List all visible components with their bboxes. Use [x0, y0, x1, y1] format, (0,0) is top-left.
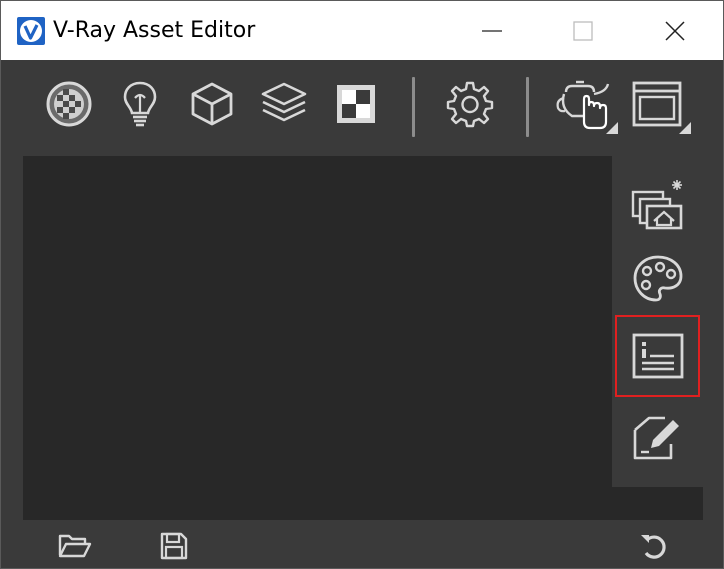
layers-icon: [261, 82, 307, 122]
minimize-icon: [482, 29, 502, 32]
materials-sphere-icon: [46, 81, 92, 127]
folder-open-icon: [58, 534, 92, 558]
materials-button[interactable]: [41, 74, 97, 134]
render-elements-button[interactable]: [256, 74, 312, 134]
side-tool-panel: [612, 156, 703, 487]
main-toolbar: [1, 60, 723, 155]
title-bar[interactable]: V-Ray Asset Editor: [1, 1, 723, 60]
floppy-save-icon: [160, 532, 188, 560]
settings-button[interactable]: [442, 74, 498, 134]
dropdown-arrow-icon[interactable]: [606, 122, 618, 134]
toolbar-separator: [412, 77, 415, 137]
geometry-button[interactable]: [184, 74, 240, 134]
dropdown-arrow-icon[interactable]: [679, 122, 691, 134]
reset-button[interactable]: [633, 528, 673, 564]
lightbulb-icon: [123, 81, 157, 127]
palette-button[interactable]: [615, 238, 700, 320]
interactive-render-button[interactable]: [556, 74, 618, 134]
texture-icon: [337, 85, 375, 123]
asset-editor-window: V-Ray Asset Editor: [0, 0, 724, 569]
toolbar-separator: [526, 77, 529, 137]
render-view-button[interactable]: [615, 164, 700, 246]
window-title: V-Ray Asset Editor: [53, 18, 256, 43]
palette-icon: [633, 255, 682, 302]
frame-buffer-icon: [632, 81, 682, 127]
textures-button[interactable]: [328, 74, 384, 134]
info-panel-icon: [632, 333, 683, 379]
bottom-toolbar: [1, 520, 723, 568]
asset-list-panel[interactable]: [23, 156, 703, 520]
save-button[interactable]: [154, 528, 194, 564]
maximize-button[interactable]: [560, 1, 606, 60]
vray-logo-icon: [17, 17, 45, 45]
close-icon: [665, 20, 685, 41]
edit-button[interactable]: [615, 396, 700, 478]
maximize-icon: [573, 20, 593, 41]
render-scene-icon: [631, 180, 682, 230]
lights-button[interactable]: [112, 74, 168, 134]
minimize-button[interactable]: [469, 1, 515, 60]
undo-icon: [641, 535, 666, 559]
open-button[interactable]: [55, 528, 95, 564]
close-button[interactable]: [652, 1, 698, 60]
frame-buffer-button[interactable]: [629, 74, 691, 134]
edit-pen-icon: [633, 416, 679, 460]
teapot-hand-icon: [556, 80, 610, 130]
gear-icon: [446, 81, 494, 128]
info-panel-button[interactable]: [615, 315, 700, 397]
cube-icon: [191, 82, 233, 126]
